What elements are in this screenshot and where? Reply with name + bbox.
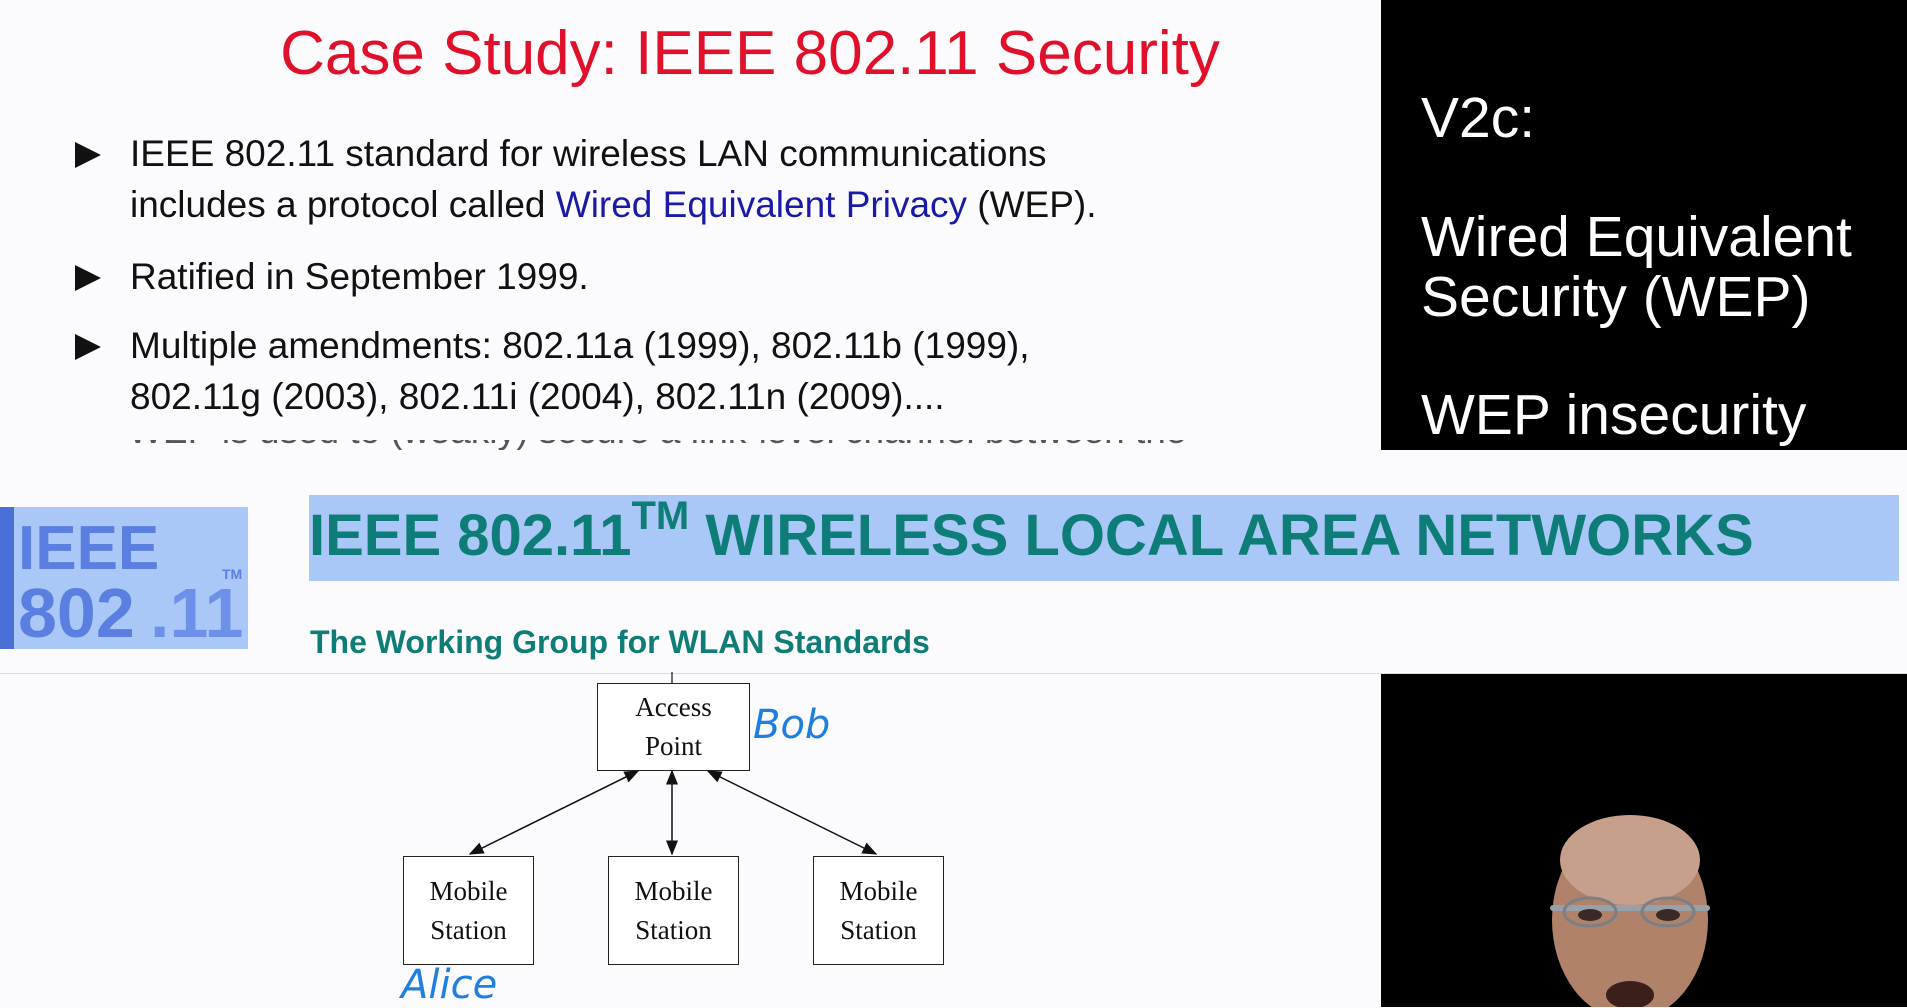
node-label: Station <box>430 914 507 945</box>
node-label: Station <box>635 914 712 945</box>
edge-ap-station-3 <box>706 770 878 855</box>
handwritten-alice-annotation: Alice <box>401 962 498 1008</box>
node-label: Access <box>635 692 712 722</box>
access-point-node: Access Point <box>597 683 750 771</box>
node-label: Station <box>840 914 917 945</box>
node-label: Mobile <box>839 875 918 906</box>
edge-ap-station-1 <box>468 770 640 855</box>
mobile-station-node: Mobile Station <box>813 856 944 965</box>
node-label: Mobile <box>429 875 508 906</box>
mobile-station-node: Mobile Station <box>608 856 739 965</box>
mobile-station-node: Mobile Station <box>403 856 534 965</box>
node-label: Mobile <box>634 875 713 906</box>
node-label: Point <box>644 731 703 761</box>
side-panel-topic: Wired Equivalent <box>1421 205 1852 269</box>
presenter-image <box>1550 815 1710 1007</box>
side-panel-topic: Security (WEP) <box>1421 265 1811 329</box>
handwritten-bob-annotation: Bob <box>753 702 831 748</box>
side-panel-topic: WEP insecurity <box>1421 383 1807 447</box>
presenter-webcam <box>1520 800 1740 1007</box>
side-panel-section: V2c: <box>1421 86 1536 150</box>
